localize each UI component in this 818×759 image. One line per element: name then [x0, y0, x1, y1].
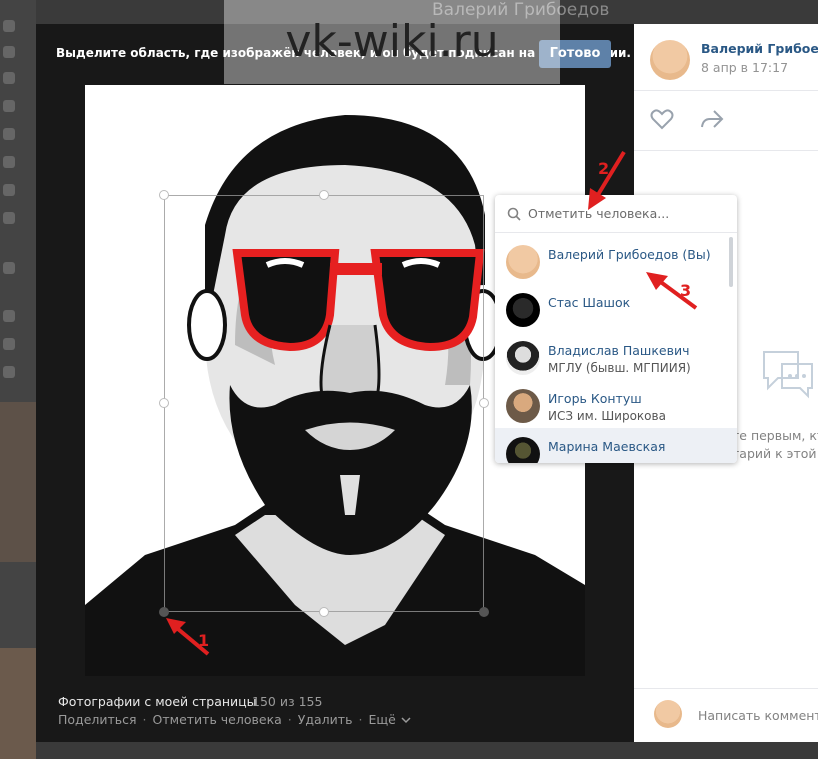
separator: · [142, 712, 147, 727]
menu-icon [3, 20, 15, 32]
list-item[interactable]: Марина Маевская [495, 428, 737, 463]
annotation-number: 2 [598, 159, 609, 178]
annotation-number: 3 [680, 281, 691, 300]
list-item[interactable]: Владислав Пашкевич МГЛУ (бывш. МГПИИЯ) [495, 332, 727, 380]
watermark: vk-wiki.ru [224, 0, 560, 84]
menu-icon [3, 366, 15, 378]
background-thumbnail [0, 648, 36, 759]
my-avatar [654, 700, 682, 728]
menu-icon [3, 338, 15, 350]
search-icon [507, 207, 521, 221]
selection-handle[interactable] [479, 398, 489, 408]
empty-comments-text-1: те первым, кто [732, 428, 818, 443]
selection-handle[interactable] [479, 607, 489, 617]
heart-icon[interactable] [650, 108, 674, 130]
person-name: Марина Маевская [548, 439, 666, 454]
person-subtitle: МГЛУ (бывш. МГПИИЯ) [548, 361, 691, 375]
menu-icon [3, 212, 15, 224]
selection-handle[interactable] [319, 190, 329, 200]
menu-icon [3, 100, 15, 112]
divider [634, 688, 818, 689]
separator: · [358, 712, 363, 727]
delete-link[interactable]: Удалить [298, 712, 353, 727]
menu-icon [3, 310, 15, 322]
empty-comments-text-2: тарий к этой ф [732, 446, 818, 461]
person-name: Владислав Пашкевич [548, 343, 690, 358]
annotation-number: 1 [198, 631, 209, 650]
menu-icon [3, 72, 15, 84]
menu-icon [3, 262, 15, 274]
person-name: Стас Шашок [548, 295, 631, 310]
divider [634, 150, 818, 151]
share-link[interactable]: Поделиться [58, 712, 137, 727]
menu-icon [3, 156, 15, 168]
tag-person-dropdown: Отметить человека... Валерий Грибоедов (… [495, 195, 737, 463]
chevron-down-icon [401, 716, 411, 723]
menu-icon [3, 46, 15, 58]
background-left-menu [0, 0, 36, 759]
album-link[interactable]: Фотографии с моей страницы [58, 694, 257, 709]
post-date[interactable]: 8 апр в 17:17 [701, 60, 788, 75]
person-subtitle: ИСЗ им. Широкова [548, 409, 666, 423]
tag-selection-area[interactable] [164, 195, 484, 612]
tag-person-link[interactable]: Отметить человека [153, 712, 282, 727]
avatar [506, 341, 540, 375]
person-name: Валерий Грибоедов (Вы) [548, 247, 711, 262]
photo-counter: 150 из 155 [252, 694, 323, 709]
selection-handle[interactable] [159, 190, 169, 200]
author-avatar[interactable] [650, 40, 690, 80]
annotation-arrow-3: 3 [646, 272, 698, 310]
author-name[interactable]: Валерий Грибоедов [701, 41, 818, 56]
scrollbar[interactable] [729, 237, 733, 287]
annotation-arrow-1: 1 [166, 618, 210, 656]
list-item[interactable]: Игорь Контуш ИСЗ им. Широкова [495, 380, 727, 428]
photo-actions: Поделиться · Отметить человека · Удалить… [58, 712, 412, 727]
comment-input[interactable]: Написать коммента [698, 708, 818, 723]
selection-handle[interactable] [159, 398, 169, 408]
person-name: Игорь Контуш [548, 391, 642, 406]
background-thumbnail [0, 402, 36, 562]
separator: · [287, 712, 292, 727]
avatar [506, 293, 540, 327]
avatar [506, 437, 540, 463]
menu-icon [3, 184, 15, 196]
selection-handle[interactable] [319, 607, 329, 617]
avatar [506, 245, 540, 279]
menu-icon [3, 128, 15, 140]
annotation-arrow-2: 2 [588, 150, 626, 210]
divider [634, 90, 818, 91]
comments-empty-icon [763, 351, 813, 399]
share-icon[interactable] [700, 108, 724, 130]
avatar [506, 389, 540, 423]
more-link[interactable]: Ещё [368, 712, 395, 727]
